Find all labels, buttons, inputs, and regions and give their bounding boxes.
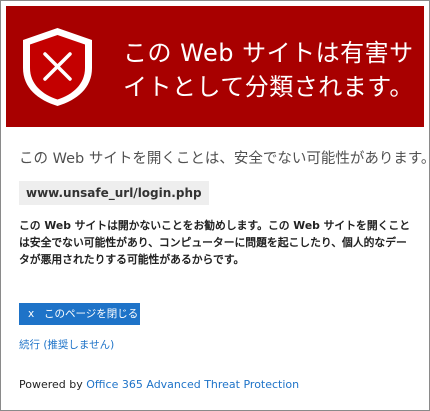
continue-not-recommended-link[interactable]: 続行 (推奨しません) bbox=[19, 337, 114, 352]
banner-title: この Web サイトは有害サイトとして分類されます。 bbox=[123, 39, 414, 101]
page-subtitle: この Web サイトを開くことは、安全でない可能性があります。 bbox=[19, 151, 430, 167]
blocked-url: www.unsafe_url/login.php bbox=[19, 181, 209, 205]
close-page-button-label: このページを閉じる bbox=[44, 308, 139, 320]
warning-banner: この Web サイトは有害サイトとして分類されます。 bbox=[6, 6, 424, 127]
powered-by-label: Powered by bbox=[19, 378, 83, 391]
warning-page: この Web サイトは有害サイトとして分類されます。 この Web サイトを開く… bbox=[0, 0, 430, 411]
shield-x-icon bbox=[23, 28, 92, 106]
close-icon: x bbox=[28, 308, 35, 320]
close-page-button[interactable]: x このページを閉じる bbox=[19, 303, 140, 325]
atp-brand-link[interactable]: Office 365 Advanced Threat Protection bbox=[86, 378, 299, 391]
powered-by: Powered by Office 365 Advanced Threat Pr… bbox=[19, 378, 299, 391]
warning-message: この Web サイトは開かないことをお勧めします。この Web サイトを開くこと… bbox=[19, 219, 411, 266]
